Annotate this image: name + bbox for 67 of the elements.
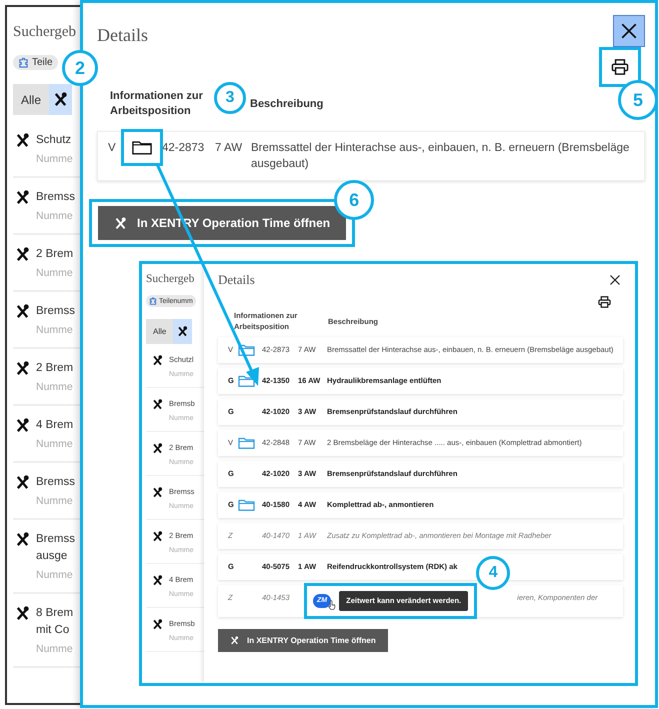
tools-icon bbox=[15, 247, 30, 262]
result-subtitle: Numme bbox=[36, 210, 73, 222]
panel-title: Suchergeb bbox=[146, 272, 196, 286]
position-code: V bbox=[108, 141, 117, 156]
result-subtitle: Numme bbox=[36, 324, 73, 336]
tools-icon bbox=[15, 475, 30, 490]
folder-icon[interactable] bbox=[132, 140, 152, 155]
result-title[interactable]: Schutz bbox=[36, 132, 72, 149]
tools-icon bbox=[15, 418, 30, 433]
result-title[interactable]: Bremss bbox=[36, 474, 75, 491]
tools-icon bbox=[152, 531, 163, 542]
xentry-button[interactable]: In XENTRY Operation Time öffnen bbox=[218, 629, 388, 652]
step-number: 5 bbox=[618, 80, 658, 120]
filter-tab[interactable]: Alle bbox=[13, 84, 50, 115]
close-button[interactable] bbox=[613, 15, 645, 47]
tools-icon bbox=[15, 361, 30, 376]
tools-icon bbox=[53, 92, 68, 107]
result-title[interactable]: 2 Brem bbox=[36, 360, 74, 377]
result-title[interactable]: ausge bbox=[36, 548, 68, 565]
print-icon[interactable] bbox=[611, 59, 629, 75]
result-title[interactable]: Bremss bbox=[36, 189, 75, 206]
result-subtitle: Numme bbox=[36, 153, 73, 165]
result-title[interactable]: Bremss bbox=[36, 303, 75, 320]
column-header: Informationen zur Arbeitsposition bbox=[110, 89, 204, 119]
hand-cursor-icon bbox=[328, 600, 336, 610]
dialog-title: Details bbox=[97, 25, 148, 46]
result-subtitle: Numme bbox=[36, 267, 73, 279]
tools-icon bbox=[15, 532, 30, 547]
result-title[interactable]: 4 Brem bbox=[36, 417, 74, 434]
tools-tab[interactable] bbox=[49, 84, 72, 115]
step-number: 4 bbox=[476, 556, 510, 590]
position-description: Bremssattel der Hinterachse aus-, einbauen, n. B. erneuern (Bremsbeläge ausgebaut) bbox=[251, 141, 630, 172]
tools-icon bbox=[114, 216, 127, 230]
dialog-title: Details bbox=[218, 272, 255, 288]
result-title[interactable]: 2 Brem bbox=[36, 246, 74, 263]
tools-icon bbox=[152, 619, 163, 630]
result-subtitle: Numme bbox=[36, 438, 73, 450]
column-header: Beschreibung bbox=[250, 96, 324, 112]
step-number: 6 bbox=[334, 180, 374, 220]
result-title[interactable]: 8 Brem bbox=[36, 605, 74, 622]
print-icon[interactable] bbox=[598, 296, 611, 308]
tools-icon bbox=[230, 636, 239, 645]
work-position-row[interactable]: V 42-2873 7 AW Bremssattel der Hinterachse aus-, einbauen, n. B. erneuern (Bremsbeläge ausgebaut) bbox=[97, 131, 645, 181]
result-title[interactable]: mit Co bbox=[36, 622, 70, 639]
tools-tab[interactable] bbox=[173, 319, 192, 344]
tools-icon bbox=[15, 606, 30, 621]
result-subtitle: Numme bbox=[36, 643, 73, 655]
time-value: 7 AW bbox=[215, 141, 244, 156]
result-title[interactable]: Bremss bbox=[36, 531, 75, 548]
tools-icon bbox=[152, 443, 163, 454]
position-number: 42-2873 bbox=[162, 141, 206, 156]
tools-icon bbox=[15, 190, 30, 205]
filter-tab[interactable]: Alle bbox=[146, 319, 174, 344]
tools-icon bbox=[152, 399, 163, 410]
tools-icon bbox=[15, 133, 30, 148]
close-icon[interactable] bbox=[609, 274, 621, 286]
tools-icon bbox=[152, 487, 163, 498]
tools-icon bbox=[15, 304, 30, 319]
filter-chip[interactable]: Teile bbox=[13, 55, 58, 70]
result-subtitle: Numme bbox=[36, 495, 73, 507]
result-subtitle: Numme bbox=[36, 569, 73, 581]
panel-title: Suchergeb bbox=[13, 23, 78, 41]
result-subtitle: Numme bbox=[36, 381, 73, 393]
close-icon bbox=[620, 22, 638, 40]
tools-icon bbox=[152, 575, 163, 586]
tools-icon bbox=[177, 326, 188, 337]
tools-icon bbox=[152, 355, 163, 366]
